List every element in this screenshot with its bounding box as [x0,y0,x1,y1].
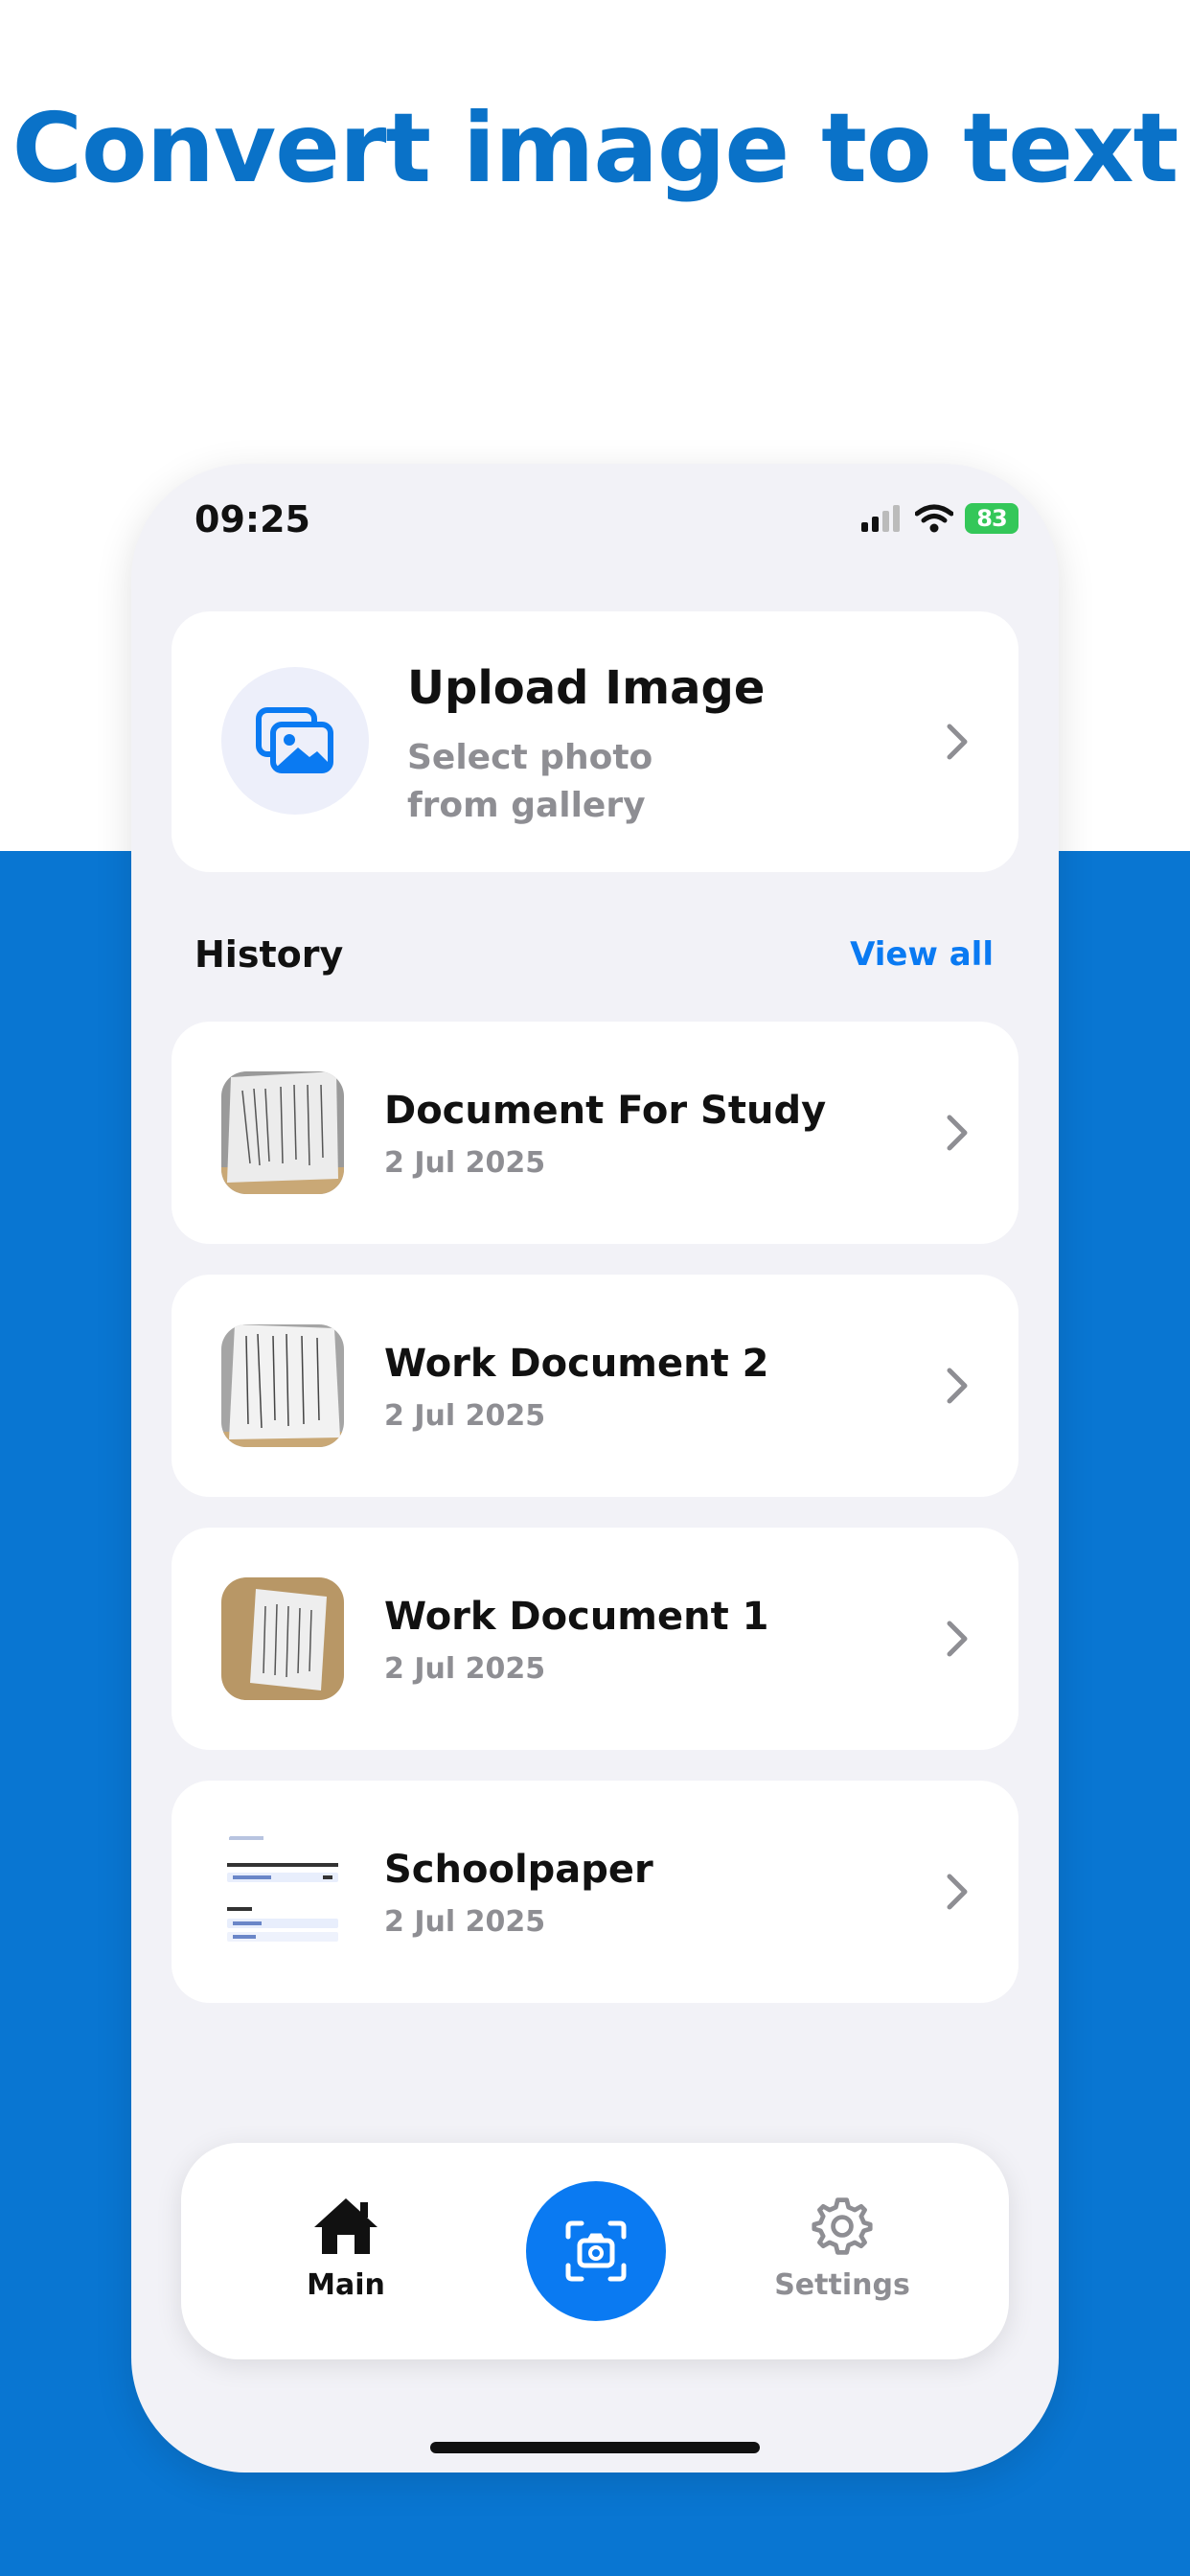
chevron-right-icon [947,1115,968,1151]
chevron-right-icon [947,1621,968,1657]
document-thumbnail [221,1071,344,1194]
gallery-icon [256,707,333,773]
headline: Convert image to text [0,92,1190,205]
chevron-right-icon [947,1874,968,1910]
document-date: 2 Jul 2025 [384,1905,546,1939]
gear-icon [812,2197,873,2255]
document-date: 2 Jul 2025 [384,1146,546,1180]
history-item[interactable]: Work Document 1 2 Jul 2025 [172,1528,1018,1750]
document-thumbnail [221,1577,344,1700]
document-name: Document For Study [384,1089,827,1133]
document-thumbnail [221,1324,344,1447]
status-time: 09:25 [195,498,310,540]
scan-button[interactable] [526,2181,666,2321]
upload-icon-circle [221,667,369,815]
document-name: Work Document 1 [384,1595,769,1639]
history-item[interactable]: Work Document 2 2 Jul 2025 [172,1275,1018,1497]
tab-main[interactable]: Main [250,2195,442,2302]
tab-settings-label: Settings [774,2268,910,2302]
tab-bar: Main Settings [181,2143,1009,2359]
upload-title: Upload Image [407,661,766,715]
camera-scan-icon [565,2220,627,2282]
document-date: 2 Jul 2025 [384,1399,546,1433]
tab-settings[interactable]: Settings [746,2195,938,2302]
tab-main-label: Main [307,2268,385,2302]
history-item[interactable]: Document For Study 2 Jul 2025 [172,1022,1018,1244]
home-icon [314,2198,378,2254]
upload-image-card[interactable]: Upload Image Select photo from gallery [172,611,1018,872]
document-date: 2 Jul 2025 [384,1652,546,1686]
upload-subtitle: Select photo from gallery [407,738,653,825]
view-all-link[interactable]: View all [850,935,994,974]
headline-text: Convert image to text [11,92,1179,204]
document-name: Schoolpaper [384,1848,653,1892]
status-icons: 83 [861,502,1018,535]
wifi-icon [915,504,953,533]
chevron-right-icon [947,724,968,760]
battery-icon: 83 [965,503,1018,534]
document-name: Work Document 2 [384,1342,769,1386]
cellular-signal-icon [861,505,900,532]
history-heading: History [195,933,344,976]
chevron-right-icon [947,1368,968,1404]
document-thumbnail [221,1830,344,1953]
phone-mockup: 09:25 83 Upload Image Select photo from … [131,464,1059,2472]
home-indicator[interactable] [430,2442,760,2453]
history-item[interactable]: Schoolpaper 2 Jul 2025 [172,1781,1018,2003]
